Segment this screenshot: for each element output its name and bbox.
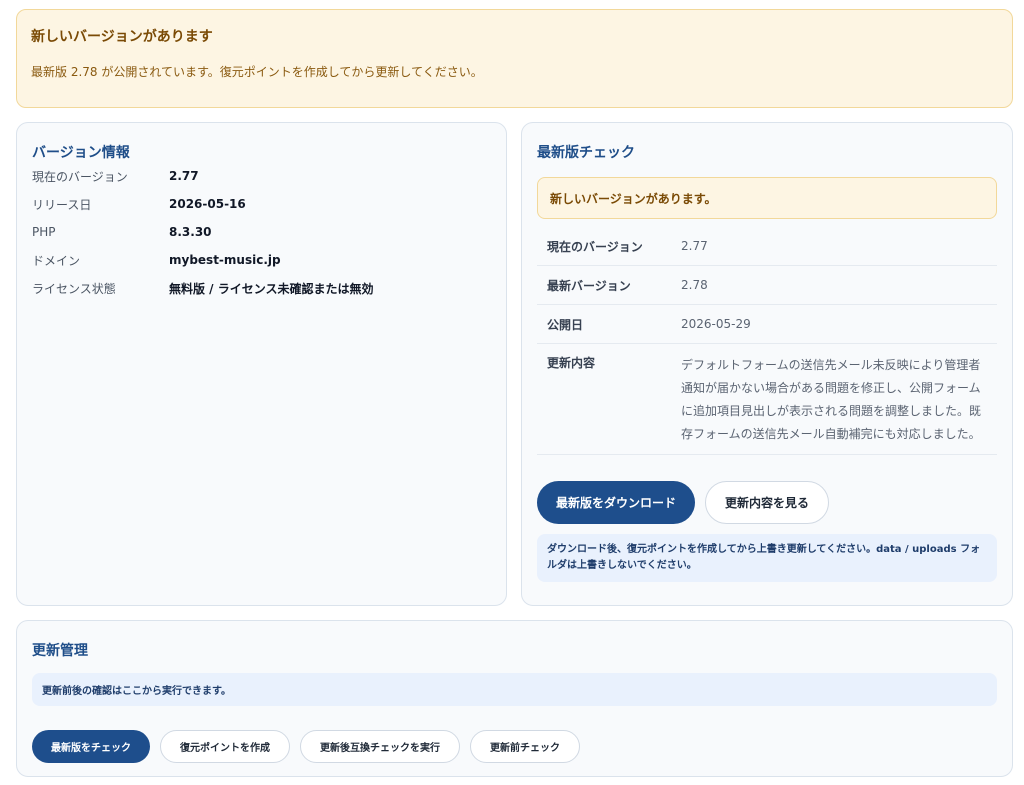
info-value: 8.3.30	[169, 225, 212, 239]
version-check-table: 現在のバージョン 2.77 最新バージョン 2.78 公開日 2026-05-2…	[537, 227, 997, 455]
new-version-alert: 新しいバージョンがあります。	[537, 177, 997, 219]
post-update-check-button[interactable]: 更新後互換チェックを実行	[300, 730, 460, 763]
table-row: 最新バージョン 2.78	[537, 266, 997, 305]
update-management-note: 更新前後の確認はここから実行できます。	[32, 673, 997, 706]
info-label: PHP	[32, 225, 56, 239]
info-label: ライセンス状態	[32, 281, 116, 296]
row-label: 公開日	[547, 317, 584, 332]
row-value: 2026-05-29	[681, 316, 751, 331]
latest-check-title: 最新版チェック	[537, 145, 635, 161]
update-management-card: 更新管理 更新前後の確認はここから実行できます。 最新版をチェック 復元ポイント…	[16, 620, 1013, 777]
latest-actions: 最新版をダウンロード 更新内容を見る	[537, 481, 997, 524]
banner-title: 新しいバージョンがあります	[31, 29, 213, 45]
banner-text: 最新版 2.78 が公開されています。復元ポイントを作成してから更新してください…	[31, 65, 483, 79]
download-note: ダウンロード後、復元ポイントを作成してから上書き更新してください。data / …	[537, 534, 997, 582]
info-row-license: ライセンス状態 無料版 / ライセンス未確認または無効	[32, 274, 491, 302]
check-latest-button[interactable]: 最新版をチェック	[32, 730, 150, 763]
download-latest-button[interactable]: 最新版をダウンロード	[537, 481, 696, 524]
info-value: 2.77	[169, 169, 199, 183]
table-row: 現在のバージョン 2.77	[537, 227, 997, 266]
update-management-actions: 最新版をチェック 復元ポイントを作成 更新後互換チェックを実行 更新前チェック	[32, 730, 997, 763]
info-label: リリース日	[32, 197, 92, 212]
info-label: ドメイン	[32, 253, 81, 268]
info-row-release-date: リリース日 2026-05-16	[32, 190, 491, 218]
version-info-card: バージョン情報 現在のバージョン 2.77 リリース日 2026-05-16 P…	[16, 122, 507, 606]
changelog-text: デフォルトフォームの送信先メール未反映により管理者通知が届かない場合がある問題を…	[681, 358, 982, 441]
create-restore-point-button[interactable]: 復元ポイントを作成	[160, 730, 290, 763]
row-label: 最新バージョン	[547, 278, 631, 293]
info-label: 現在のバージョン	[32, 169, 128, 184]
pre-update-check-button[interactable]: 更新前チェック	[470, 730, 580, 763]
info-row-php: PHP 8.3.30	[32, 218, 491, 246]
row-label: 更新内容	[547, 356, 596, 370]
info-row-current-version: 現在のバージョン 2.77	[32, 162, 491, 190]
view-changelog-button[interactable]: 更新内容を見る	[705, 481, 830, 524]
info-row-domain: ドメイン mybest-music.jp	[32, 246, 491, 274]
row-value: 2.77	[681, 238, 708, 253]
info-value: 2026-05-16	[169, 197, 246, 211]
update-available-banner: 新しいバージョンがあります 最新版 2.78 が公開されています。復元ポイントを…	[16, 9, 1013, 108]
table-row: 公開日 2026-05-29	[537, 305, 997, 344]
info-value: 無料版 / ライセンス未確認または無効	[169, 281, 374, 296]
row-value: 2.78	[681, 277, 708, 292]
update-management-title: 更新管理	[32, 643, 88, 659]
latest-check-card: 最新版チェック 新しいバージョンがあります。 現在のバージョン 2.77 最新バ…	[521, 122, 1013, 606]
version-info-title: バージョン情報	[32, 145, 130, 161]
table-row: 更新内容 デフォルトフォームの送信先メール未反映により管理者通知が届かない場合が…	[537, 344, 997, 455]
info-value: mybest-music.jp	[169, 253, 281, 267]
row-label: 現在のバージョン	[547, 239, 643, 254]
